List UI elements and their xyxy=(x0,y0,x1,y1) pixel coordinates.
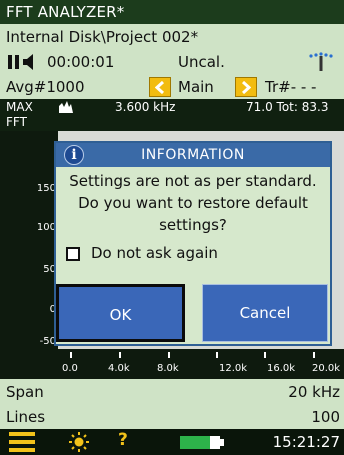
do-not-ask-label[interactable]: Do not ask again xyxy=(91,244,218,262)
dialog-message: Settings are not as per standard. Do you… xyxy=(56,170,330,236)
x-tick-mark xyxy=(264,352,266,358)
dialog-title: INFORMATION xyxy=(141,147,245,163)
view-name: Main xyxy=(178,78,214,96)
average-count: Avg#1000 xyxy=(6,78,85,96)
brightness-icon[interactable] xyxy=(69,432,89,452)
taskbar: ? 15:21:27 xyxy=(0,429,344,455)
readout-mode: MAX xyxy=(6,100,33,114)
chevron-left-icon xyxy=(155,81,165,94)
setting-row-lines[interactable]: Lines 100 xyxy=(0,404,344,429)
plot-readout: MAX 3.600 kHz 71.0 Tot: 83.3 FFT xyxy=(0,99,344,131)
setting-value: 100 xyxy=(311,408,340,426)
view-selector-row: Avg#1000 Main Tr#- - - xyxy=(0,74,344,99)
x-tick-mark xyxy=(119,352,121,358)
speaker-icon[interactable] xyxy=(23,54,37,70)
x-tick-label: 0.0 xyxy=(62,363,78,374)
dialog-message-line: Do you want to restore default xyxy=(78,194,308,212)
battery-icon xyxy=(180,436,224,449)
y-tick: 0 xyxy=(49,304,56,315)
information-dialog: INFORMATION i Settings are not as per st… xyxy=(54,141,332,346)
marker-level: 71.0 Tot: 83.3 xyxy=(246,100,329,114)
dialog-header: INFORMATION i xyxy=(56,143,330,167)
pause-icon[interactable] xyxy=(8,55,20,69)
sensor-status-icon xyxy=(309,52,333,71)
x-tick-label: 4.0k xyxy=(108,363,130,374)
x-tick-mark xyxy=(216,352,218,358)
x-tick-label: 8.0k xyxy=(157,363,179,374)
chevron-right-icon xyxy=(241,81,251,94)
x-axis: 0.0 4.0k 8.0k 12.0k 16.0k 20.0k xyxy=(0,349,344,379)
setting-row-span[interactable]: Span 20 kHz xyxy=(0,379,344,404)
x-tick-mark xyxy=(313,352,315,358)
y-tick: 150 xyxy=(36,183,56,194)
elapsed-time: 00:00:01 xyxy=(47,53,115,71)
y-tick: -50 xyxy=(39,336,56,347)
dialog-message-line: settings? xyxy=(159,216,227,234)
clock: 15:21:27 xyxy=(272,433,340,451)
app-title: FFT ANALYZER* xyxy=(0,0,344,24)
x-tick-label: 16.0k xyxy=(267,363,296,374)
x-tick-label: 12.0k xyxy=(219,363,248,374)
ok-button[interactable]: OK xyxy=(56,284,185,342)
y-tick: 100 xyxy=(36,222,56,233)
y-axis: 150 100 50 0 -50 xyxy=(0,131,58,379)
help-icon[interactable]: ? xyxy=(118,430,128,450)
do-not-ask-checkbox[interactable] xyxy=(66,247,80,261)
calibration-status: Uncal. xyxy=(178,53,225,71)
dialog-message-line: Settings are not as per standard. xyxy=(69,172,317,190)
marker-icon xyxy=(59,101,73,113)
setting-value: 20 kHz xyxy=(288,383,340,401)
file-path: Internal Disk\Project 002* xyxy=(0,24,344,49)
trigger-count: Tr#- - - xyxy=(265,78,317,96)
cancel-button[interactable]: Cancel xyxy=(202,284,328,342)
x-tick-label: 20.0k xyxy=(312,363,341,374)
status-row: 00:00:01 Uncal. xyxy=(0,49,344,74)
x-tick-mark xyxy=(70,352,72,358)
previous-view-button[interactable] xyxy=(149,77,171,97)
y-tick: 50 xyxy=(43,264,56,275)
menu-icon[interactable] xyxy=(9,432,35,452)
measurement-type: FFT xyxy=(6,115,27,129)
marker-frequency: 3.600 kHz xyxy=(115,100,176,114)
setting-label: Lines xyxy=(6,408,46,426)
next-view-button[interactable] xyxy=(235,77,257,97)
setting-label: Span xyxy=(6,383,44,401)
info-icon: i xyxy=(64,145,84,165)
x-tick-mark xyxy=(168,352,170,358)
